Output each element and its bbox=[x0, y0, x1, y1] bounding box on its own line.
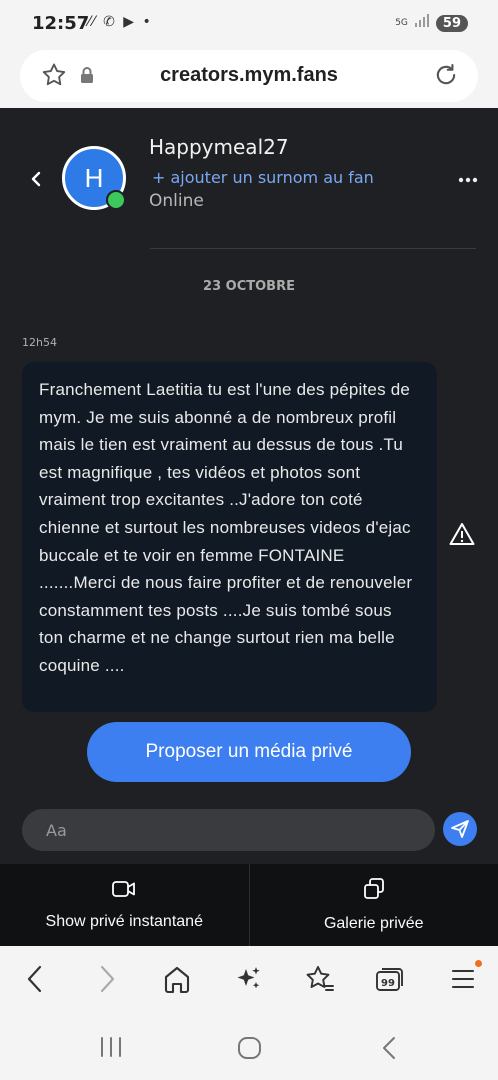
date-separator: 23 OCTOBRE bbox=[203, 279, 295, 294]
chat-app: H Happymeal27 + ajouter un surnom au fan… bbox=[0, 108, 498, 946]
status-right-group: 5G 59 bbox=[395, 14, 468, 32]
menu-notification-dot bbox=[475, 960, 482, 967]
propose-private-media-button[interactable]: Proposer un média privé bbox=[87, 722, 411, 782]
recent-apps-icon[interactable] bbox=[99, 1036, 123, 1062]
gallery-copy-icon bbox=[363, 877, 385, 905]
send-icon bbox=[451, 820, 469, 838]
browser-forward-icon[interactable] bbox=[96, 964, 118, 998]
fan-username: Happymeal27 bbox=[149, 135, 289, 159]
browser-home-icon[interactable] bbox=[163, 964, 191, 998]
message-input[interactable] bbox=[22, 809, 435, 851]
add-nickname-link[interactable]: + ajouter un surnom au fan bbox=[152, 168, 374, 187]
browser-toolbar: 99 bbox=[0, 946, 498, 1016]
send-button[interactable] bbox=[443, 812, 477, 846]
status-notification-icons: ⁄⁄ ✆ ▶ • bbox=[88, 14, 153, 30]
message-timestamp: 12h54 bbox=[22, 336, 57, 349]
tabs-counter-icon[interactable]: 99 bbox=[375, 964, 405, 998]
video-camera-icon bbox=[112, 880, 136, 903]
menu-hamburger-icon[interactable] bbox=[451, 964, 475, 998]
tab-show-prive-label: Show privé instantané bbox=[45, 912, 203, 930]
tab-galerie-privee-label: Galerie privée bbox=[323, 914, 424, 932]
message-bubble: Franchement Laetitia tu est l'une des pé… bbox=[22, 362, 437, 712]
status-time: 12:57 bbox=[32, 13, 90, 34]
tab-show-prive[interactable]: Show privé instantané bbox=[0, 864, 249, 946]
system-navigation bbox=[0, 1016, 498, 1080]
avatar-initial: H bbox=[84, 162, 104, 193]
ai-sparkle-icon[interactable] bbox=[235, 964, 263, 998]
system-home-icon[interactable] bbox=[237, 1036, 263, 1064]
header-divider bbox=[150, 248, 476, 249]
report-warning-icon[interactable] bbox=[449, 522, 475, 550]
bookmarks-star-icon[interactable] bbox=[305, 964, 335, 998]
back-chevron-icon[interactable] bbox=[28, 170, 46, 192]
system-back-icon[interactable] bbox=[380, 1036, 398, 1064]
reload-icon[interactable] bbox=[432, 61, 460, 93]
footer-tabs: Show privé instantané Galerie privée bbox=[0, 864, 498, 946]
url-text[interactable]: creators.mym.fans bbox=[20, 64, 478, 87]
tabs-count: 99 bbox=[381, 978, 395, 989]
presence-status: Online bbox=[149, 191, 204, 211]
signal-icon bbox=[414, 14, 430, 32]
message-text: Franchement Laetitia tu est l'une des pé… bbox=[39, 380, 413, 675]
tab-galerie-privee[interactable]: Galerie privée bbox=[248, 864, 498, 946]
battery-level: 59 bbox=[435, 14, 468, 32]
online-status-dot bbox=[106, 190, 126, 210]
status-bar: 12:57 ⁄⁄ ✆ ▶ • 5G 59 bbox=[0, 0, 498, 48]
more-options-icon[interactable] bbox=[458, 172, 478, 183]
network-label: 5G bbox=[395, 17, 408, 28]
browser-back-icon[interactable] bbox=[24, 964, 46, 998]
address-bar[interactable]: creators.mym.fans bbox=[20, 50, 478, 102]
